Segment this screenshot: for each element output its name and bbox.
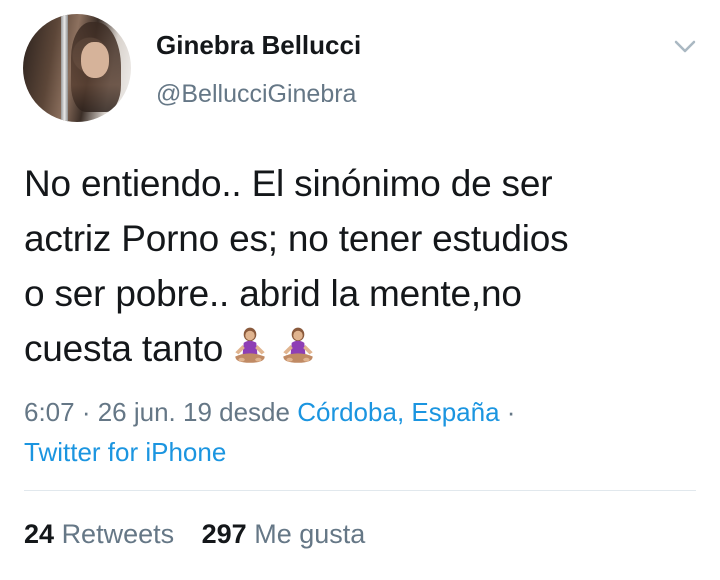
divider — [24, 490, 696, 491]
retweets-stat[interactable]: 24 Retweets — [24, 519, 174, 549]
tweet-timestamp[interactable]: 6:07 · 26 jun. 19 desde — [24, 397, 297, 427]
avatar-pole — [61, 14, 68, 122]
person-in-lotus-position-icon — [235, 327, 265, 363]
likes-count: 297 — [201, 519, 247, 549]
avatar[interactable] — [23, 14, 131, 122]
location-link[interactable]: Córdoba, España — [297, 397, 499, 427]
tweet-text: No entiendo.. El sinónimo de ser actriz … — [24, 156, 714, 376]
meta-separator: · — [499, 397, 516, 427]
likes-stat[interactable]: 297 Me gusta — [202, 519, 366, 549]
client-link[interactable]: Twitter for iPhone — [24, 437, 226, 467]
tweet-stats: 24 Retweets 297 Me gusta — [24, 519, 385, 550]
chevron-down-icon[interactable] — [670, 34, 700, 58]
person-in-lotus-position-icon — [283, 327, 313, 363]
tweet-meta: 6:07 · 26 jun. 19 desde Córdoba, España … — [24, 392, 704, 472]
retweets-label: Retweets — [61, 519, 175, 549]
likes-label: Me gusta — [254, 519, 366, 549]
avatar-face — [81, 42, 109, 78]
display-name[interactable]: Ginebra Bellucci — [156, 30, 361, 61]
user-handle[interactable]: @BellucciGinebra — [156, 80, 356, 109]
retweets-count: 24 — [24, 519, 55, 549]
